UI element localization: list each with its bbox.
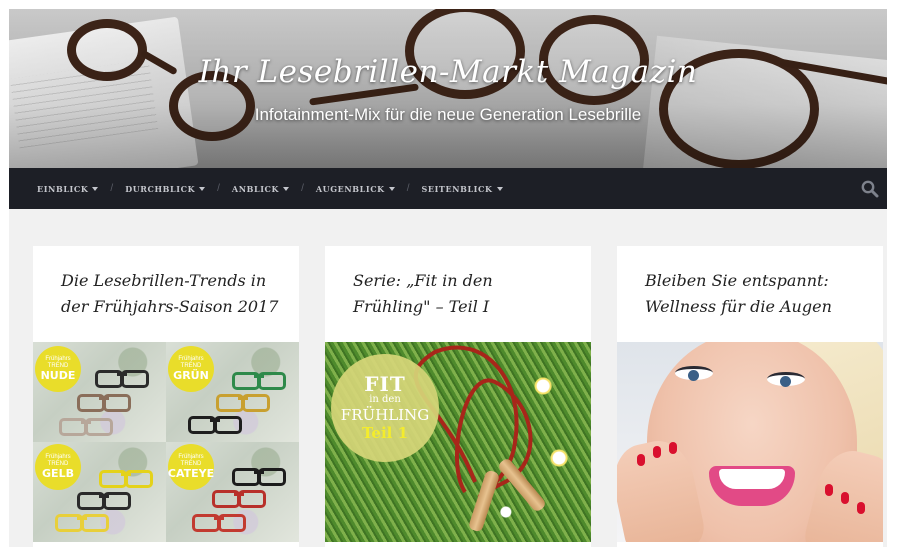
nail-decor — [669, 442, 677, 454]
nav-item-label: ANBLICK — [231, 183, 280, 194]
post-card[interactable]: Serie: „Fit in den Frühling" – Teil I FI… — [325, 246, 591, 547]
main-nav: EINBLICK / DURCHBLICK / ANBLICK / AUGENB… — [9, 168, 887, 209]
post-title[interactable]: Serie: „Fit in den Frühling" – Teil I — [353, 268, 573, 320]
post-title[interactable]: Bleiben Sie entspannt: Wellness für die … — [645, 268, 865, 320]
nav-item-label: AUGENBLICK — [315, 183, 385, 194]
glasses-icon — [232, 372, 286, 390]
badge-line: FIT — [364, 372, 406, 396]
badge-label: GELB — [42, 467, 74, 480]
nav-menu: EINBLICK / DURCHBLICK / ANBLICK / AUGENB… — [37, 168, 503, 209]
fit-badge: FIT in den FRÜHLING Teil 1 — [331, 354, 439, 462]
glasses-icon — [188, 416, 242, 434]
trend-badge: Frühjahrs TREND GRÜN — [168, 346, 214, 392]
badge-line: FRÜHLING — [340, 406, 430, 424]
badge-small-text: Frühjahrs — [45, 356, 71, 362]
trend-badge: Frühjahrs TREND GELB — [35, 444, 81, 490]
nav-item-label: DURCHBLICK — [125, 183, 196, 194]
post-card[interactable]: Bleiben Sie entspannt: Wellness für die … — [617, 246, 883, 547]
badge-line: Teil 1 — [361, 424, 409, 442]
glasses-icon — [55, 514, 109, 532]
portrait-teeth — [719, 469, 785, 489]
badge-line: in den — [369, 394, 401, 405]
chevron-down-icon — [388, 186, 395, 191]
badge-label: NUDE — [40, 369, 76, 382]
site-tagline: Infotainment-Mix für die neue Generation… — [254, 105, 642, 124]
post-title[interactable]: Die Lesebrillen-Trends in der Frühjahrs-… — [61, 268, 281, 320]
glasses-icon — [212, 490, 266, 508]
collage-tile-nude: Frühjahrs TREND NUDE — [33, 342, 166, 442]
badge-label: CATEYE — [167, 467, 215, 480]
nav-separator: / — [217, 183, 220, 194]
nail-decor — [637, 454, 645, 466]
chevron-down-icon — [199, 186, 206, 191]
nav-separator: / — [110, 183, 114, 194]
collage-tile-cateye: Frühjahrs TREND CATEYE — [166, 442, 299, 542]
nail-decor — [857, 502, 865, 514]
trend-badge: Frühjahrs TREND CATEYE — [168, 444, 214, 490]
post-thumbnail[interactable] — [617, 342, 883, 542]
nav-item-einblick[interactable]: EINBLICK — [37, 183, 99, 194]
site-title[interactable]: Ihr Lesebrillen-Markt Magazin — [9, 54, 887, 90]
glasses-icon — [99, 470, 153, 488]
badge-label: GRÜN — [173, 369, 209, 382]
glasses-icon — [216, 394, 270, 412]
chevron-down-icon — [92, 186, 99, 191]
portrait-eye — [675, 366, 713, 381]
site-header: Ihr Lesebrillen-Markt Magazin Infotainme… — [9, 9, 887, 168]
nav-item-label: EINBLICK — [37, 183, 89, 194]
glasses-icon — [95, 370, 149, 388]
post-card[interactable]: Die Lesebrillen-Trends in der Frühjahrs-… — [33, 246, 299, 547]
nav-item-augenblick[interactable]: AUGENBLICK — [316, 184, 395, 194]
glasses-icon — [192, 514, 246, 532]
nav-separator: / — [301, 183, 304, 194]
glasses-icon — [77, 394, 131, 412]
post-thumbnail[interactable]: FIT in den FRÜHLING Teil 1 — [325, 342, 591, 542]
collage-tile-gelb: Frühjahrs TREND GELB — [33, 442, 166, 542]
nail-decor — [653, 446, 661, 458]
nav-item-anblick[interactable]: ANBLICK — [231, 183, 290, 194]
glasses-icon — [77, 492, 131, 510]
chevron-down-icon — [496, 186, 503, 191]
nav-item-label: SEITENBLICK — [421, 183, 493, 194]
glasses-icon — [59, 418, 113, 436]
trend-badge: Frühjahrs TREND NUDE — [35, 346, 81, 392]
badge-small-text: Frühjahrs — [178, 356, 204, 362]
glasses-icon — [232, 468, 286, 486]
nail-decor — [841, 492, 849, 504]
nav-item-seitenblick[interactable]: SEITENBLICK — [422, 184, 503, 194]
badge-small-text: Frühjahrs — [178, 454, 204, 460]
nav-separator: / — [406, 183, 410, 194]
badge-small-text: Frühjahrs — [45, 454, 71, 460]
nail-decor — [825, 484, 833, 496]
search-icon[interactable] — [861, 180, 879, 198]
post-thumbnail[interactable]: Frühjahrs TREND NUDE Frühjahrs TREND GRÜ… — [33, 342, 299, 542]
collage-tile-gruen: Frühjahrs TREND GRÜN — [166, 342, 299, 442]
chevron-down-icon — [283, 186, 290, 191]
nav-item-durchblick[interactable]: DURCHBLICK — [125, 183, 206, 194]
portrait-eye — [767, 372, 805, 387]
page: Ihr Lesebrillen-Markt Magazin Infotainme… — [9, 9, 887, 547]
